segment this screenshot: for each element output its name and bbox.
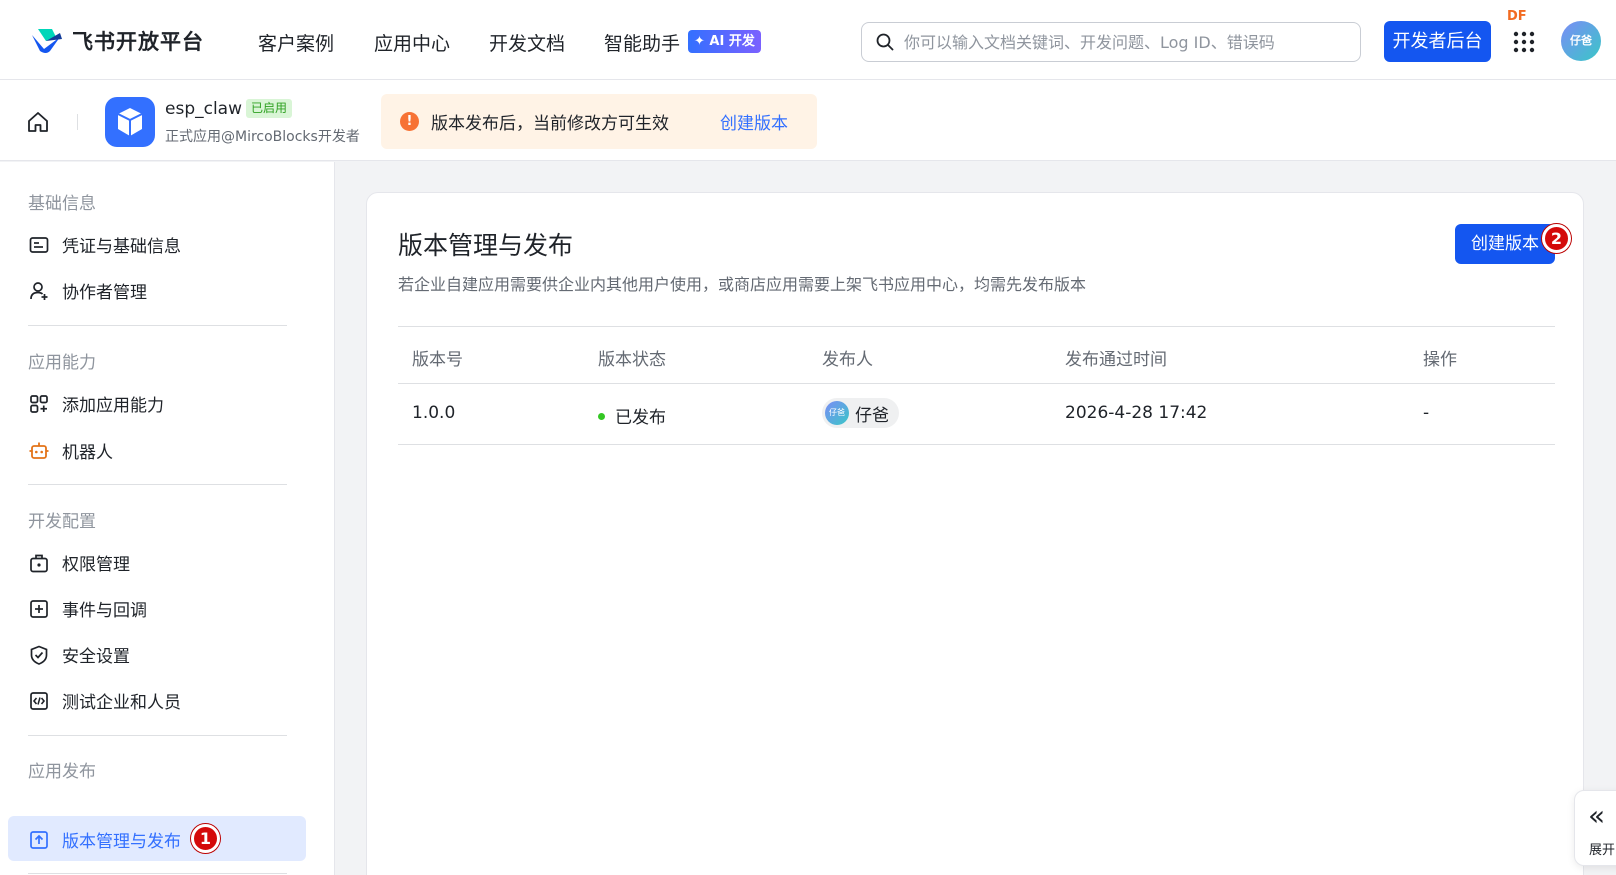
sidebar-divider <box>28 325 287 326</box>
sidebar-section-release: 应用发布 <box>28 762 96 782</box>
cell-version: 1.0.0 <box>412 403 456 423</box>
sidebar-section-basic: 基础信息 <box>28 194 96 214</box>
search-box[interactable] <box>861 22 1361 62</box>
step-badge-2: 2 <box>1542 224 1571 253</box>
create-version-button[interactable]: 创建版本 <box>1455 224 1555 264</box>
expand-label: 展开 <box>1589 843 1616 858</box>
add-grid-icon <box>30 394 48 413</box>
search-input[interactable] <box>904 32 1344 52</box>
column-header-version: 版本号 <box>412 350 463 370</box>
warning-icon: ! <box>400 112 419 131</box>
developer-console-button[interactable]: 开发者后台 <box>1384 21 1491 62</box>
briefcase-lock-icon <box>30 554 48 572</box>
nav-item-cases[interactable]: 客户案例 <box>258 29 334 56</box>
sidebar-section-capabilities: 应用能力 <box>28 353 96 373</box>
sidebar-item-label: 版本管理与发布 <box>62 832 181 852</box>
step-badge-1: 1 <box>191 824 220 853</box>
brand-logo[interactable]: 飞书开放平台 <box>30 26 204 56</box>
sidebar-item-test-tenants[interactable]: 测试企业和人员 <box>28 688 181 713</box>
robot-icon <box>29 442 49 459</box>
brand-name: 飞书开放平台 <box>72 30 204 54</box>
publisher-chip[interactable]: 仔爸 仔爸 <box>822 398 899 428</box>
sidebar-item-label: 测试企业和人员 <box>62 693 181 713</box>
sidebar-item-label: 凭证与基础信息 <box>62 237 181 257</box>
header-divider <box>77 114 78 130</box>
cell-time: 2026-4-28 17:42 <box>1065 403 1208 423</box>
publisher-name: 仔爸 <box>855 405 889 426</box>
nav-item-app-center[interactable]: 应用中心 <box>374 29 450 56</box>
ai-dev-badge[interactable]: ✦ AI 开发 <box>688 30 761 53</box>
app-subtitle: 正式应用@MircoBlocks开发者 <box>165 129 360 145</box>
user-avatar[interactable]: 仔爸 <box>1561 21 1601 61</box>
sidebar-item-version-release[interactable]: 版本管理与发布 1 <box>8 816 306 861</box>
expand-panel-tab[interactable]: « 展开 <box>1574 790 1616 866</box>
df-label: DF <box>1507 9 1527 24</box>
notice-create-version-link[interactable]: 创建版本 <box>720 109 788 134</box>
user-add-icon <box>30 281 48 300</box>
sidebar-item-label: 协作者管理 <box>62 283 147 303</box>
table-header: 版本号 版本状态 发布人 发布通过时间 操作 <box>398 326 1555 384</box>
version-management-card: 版本管理与发布 若企业自建应用需要供企业内其他用户使用，或商店应用需要上架飞书应… <box>366 192 1584 875</box>
publisher-avatar: 仔爸 <box>825 401 849 425</box>
top-navbar: 飞书开放平台 客户案例 应用中心 开发文档 智能助手 ✦ AI 开发 开发者后台… <box>0 0 1616 80</box>
sidebar-divider <box>28 484 287 485</box>
search-icon <box>876 33 894 51</box>
sidebar-item-credentials[interactable]: 凭证与基础信息 <box>28 232 181 257</box>
notice-text: 版本发布后，当前修改方可生效 <box>431 114 669 134</box>
sidebar: 基础信息 凭证与基础信息 协作者管理 应用能力 添加应用能力 机器人 开发配置 … <box>0 162 335 875</box>
page-title: 版本管理与发布 <box>398 231 574 260</box>
sidebar-item-events[interactable]: 事件与回调 <box>28 596 147 621</box>
cell-status: 已发布 <box>598 403 666 428</box>
version-table: 版本号 版本状态 发布人 发布通过时间 操作 1.0.0 已发布 仔爸 仔爸 2… <box>398 326 1555 445</box>
status-dot <box>598 412 605 420</box>
sidebar-divider <box>28 735 287 736</box>
nav-item-docs[interactable]: 开发文档 <box>489 29 565 56</box>
feishu-logo-icon <box>32 29 62 53</box>
cell-action: - <box>1423 403 1430 423</box>
column-header-publisher: 发布人 <box>822 350 873 370</box>
column-header-time: 发布通过时间 <box>1065 350 1167 370</box>
sidebar-item-version-release-inner: 版本管理与发布 <box>28 827 181 852</box>
sidebar-item-permissions[interactable]: 权限管理 <box>28 550 130 575</box>
cube-icon <box>117 108 143 136</box>
sidebar-item-security[interactable]: 安全设置 <box>28 642 130 667</box>
sidebar-section-dev-config: 开发配置 <box>28 512 96 532</box>
sidebar-item-label: 安全设置 <box>62 647 130 667</box>
status-text: 已发布 <box>615 408 666 428</box>
upload-box-icon <box>30 830 48 849</box>
shield-icon <box>30 645 48 665</box>
sidebar-item-add-capability[interactable]: 添加应用能力 <box>28 391 164 416</box>
home-icon[interactable] <box>26 110 50 134</box>
table-row[interactable]: 1.0.0 已发布 仔爸 仔爸 2026-4-28 17:42 - <box>398 384 1555 445</box>
nav-item-assistant[interactable]: 智能助手 <box>604 29 680 56</box>
sidebar-item-label: 权限管理 <box>62 555 130 575</box>
code-box-icon <box>30 691 48 710</box>
sidebar-item-label: 事件与回调 <box>62 601 147 621</box>
id-card-icon <box>29 236 49 253</box>
app-icon <box>105 97 155 147</box>
app-name: esp_claw <box>165 99 242 119</box>
sidebar-divider <box>28 873 287 874</box>
sidebar-item-label: 添加应用能力 <box>62 396 164 416</box>
version-notice-banner: ! 版本发布后，当前修改方可生效 创建版本 <box>381 94 817 149</box>
column-header-action: 操作 <box>1423 350 1457 370</box>
column-header-status: 版本状态 <box>598 350 666 370</box>
event-add-icon <box>30 599 48 618</box>
sidebar-item-collaborators[interactable]: 协作者管理 <box>28 278 147 303</box>
sidebar-item-bot[interactable]: 机器人 <box>28 438 113 463</box>
apps-grid-icon[interactable] <box>1512 30 1536 54</box>
double-chevron-left-icon: « <box>1588 799 1606 832</box>
page-description: 若企业自建应用需要供企业内其他用户使用，或商店应用需要上架飞书应用中心，均需先发… <box>398 275 1087 294</box>
sidebar-item-label: 机器人 <box>62 443 113 463</box>
app-status-badge: 已启用 <box>246 99 293 118</box>
